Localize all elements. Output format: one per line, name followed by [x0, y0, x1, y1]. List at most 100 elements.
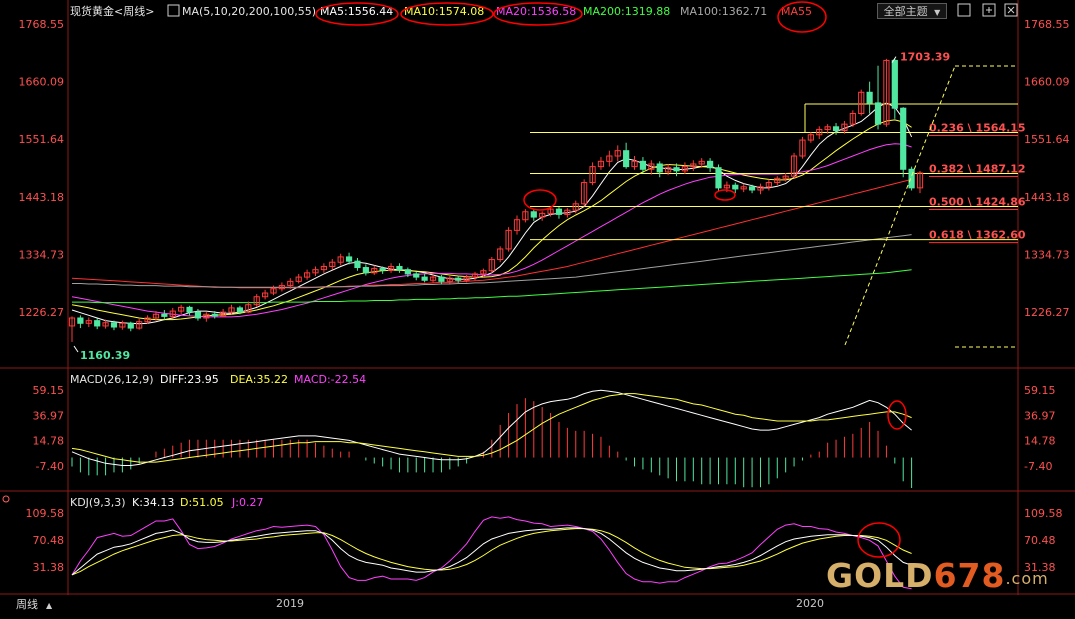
candle-down: [94, 320, 101, 327]
watermark-logo: GOLD678.com: [826, 556, 1049, 596]
price-tick-right: 1334.73: [1024, 248, 1070, 261]
candle-down: [555, 208, 563, 215]
macd-tick-left: 59.15: [33, 384, 65, 397]
chevron-up-icon: ▲: [46, 601, 53, 610]
candle-down: [194, 311, 202, 319]
chart-title: 现货黄金<周线>: [70, 4, 154, 18]
ma-params: MA(5,10,20,200,100,55): [182, 5, 316, 18]
fib-level-label: 0.500 \ 1424.86: [929, 196, 1026, 209]
kdj-k: K:34.13: [132, 496, 174, 509]
annotation-circle-kdj-cross: [857, 522, 901, 558]
candle-down: [623, 150, 630, 168]
macd-tick-right: 14.78: [1024, 435, 1056, 448]
cursor-dot-icon: [2, 495, 10, 503]
candle-down: [715, 167, 722, 189]
candle-down: [421, 276, 428, 281]
low-marker: [73, 345, 79, 353]
ma5-value: MA5:1556.44: [320, 5, 393, 18]
ma-line-ma10: [71, 119, 912, 321]
candle-down: [900, 107, 907, 170]
period-label: 周线: [16, 598, 38, 611]
kdj-d: D:51.05: [180, 496, 224, 509]
candle-down: [891, 59, 898, 109]
ma-line-ma5: [71, 102, 913, 325]
price-tick-right: 1551.64: [1024, 133, 1070, 146]
ma200-value: MA200:1319.88: [583, 5, 670, 18]
price-tick-right: 1768.55: [1024, 18, 1070, 31]
candle-down: [236, 307, 244, 313]
kdj-line-j: [71, 516, 912, 590]
fib-level-label: 0.236 \ 1564.15: [929, 122, 1026, 135]
macd-tick-left: 14.78: [33, 435, 65, 448]
macd-value: MACD:-22.54: [294, 373, 366, 386]
candle-down: [127, 322, 134, 329]
candle-down: [379, 268, 386, 271]
watermark-part1: GOLD: [826, 556, 934, 595]
ma-line-ma20: [71, 143, 912, 318]
candle-down: [186, 306, 193, 313]
candle-down: [110, 322, 118, 328]
ma10-value: MA10:1574.08: [404, 5, 484, 18]
candle-down: [673, 167, 680, 172]
macd-tick-right: -7.40: [1024, 460, 1052, 473]
candle-down: [362, 267, 369, 274]
price-tick-right: 1443.18: [1024, 191, 1070, 204]
price-tick-right: 1660.09: [1024, 76, 1070, 89]
annotation-circle-pullback: [714, 189, 736, 201]
macd-label: MACD(26,12,9): [70, 373, 154, 386]
candle-down: [874, 102, 882, 125]
candle-down: [404, 269, 411, 275]
candle-down: [639, 160, 647, 170]
kdj-tick-right: 70.48: [1024, 534, 1056, 547]
kdj-line-d: [71, 528, 912, 576]
kdj-tick-left: 70.48: [33, 534, 65, 547]
kdj-tick-left: 31.38: [33, 561, 65, 574]
theme-button-label: 全部主题: [883, 5, 928, 18]
fib-level-label: 0.382 \ 1487.12: [929, 162, 1026, 175]
theme-dropdown[interactable]: 全部主题 ▼: [877, 3, 947, 19]
kdj-label: KDJ(9,3,3): [70, 496, 126, 509]
candle-down: [345, 256, 353, 262]
fib-level-label: 0.618 \ 1362.60: [929, 229, 1026, 242]
annotation-circle-macd-cross: [887, 400, 907, 430]
price-tick-left: 1551.64: [19, 133, 65, 146]
candle-down: [354, 260, 361, 269]
candle-down: [455, 277, 462, 281]
candle-down: [748, 186, 756, 191]
kdj-j: J:0.27: [231, 496, 263, 509]
candle-down: [396, 265, 403, 271]
chart-type-icon[interactable]: [167, 4, 180, 17]
macd-dea: DEA:35.22: [230, 373, 288, 386]
x-axis-label: 2020: [796, 597, 824, 610]
macd-tick-left: -7.40: [36, 460, 64, 473]
candlestick-chart: 现货黄金<周线> MA(5,10,20,200,100,55) MA5:1556…: [0, 0, 1075, 610]
period-selector[interactable]: 周线 ▲: [16, 596, 52, 612]
candle-down: [413, 273, 420, 278]
candle-down: [656, 163, 663, 173]
candle-down: [438, 276, 445, 282]
x-axis-label: 2019: [276, 597, 304, 610]
macd-diff: DIFF:23.95: [160, 373, 219, 386]
chevron-down-icon: ▼: [934, 8, 941, 17]
price-tick-left: 1226.27: [19, 306, 65, 319]
macd-tick-left: 36.97: [33, 409, 65, 422]
macd-tick-right: 36.97: [1024, 409, 1056, 422]
high-price-label: 1703.39: [900, 51, 950, 64]
candle-down: [866, 91, 873, 104]
macd-tick-right: 59.15: [1024, 384, 1056, 397]
candle-down: [732, 184, 739, 190]
ma20-value: MA20:1536.58: [496, 5, 576, 18]
candle-down: [832, 126, 840, 132]
ma55-value: MA55: [781, 5, 812, 18]
candle-down: [161, 313, 168, 317]
settings-icon[interactable]: [957, 3, 971, 17]
price-tick-left: 1443.18: [19, 191, 65, 204]
kdj-tick-left: 109.58: [26, 507, 65, 520]
candle-down: [77, 317, 84, 324]
price-tick-left: 1660.09: [19, 76, 65, 89]
price-tick-right: 1226.27: [1024, 306, 1070, 319]
kdj-tick-right: 109.58: [1024, 507, 1063, 520]
candle-down: [530, 211, 537, 218]
price-tick-left: 1768.55: [19, 18, 65, 31]
price-tick-left: 1334.73: [19, 248, 65, 261]
